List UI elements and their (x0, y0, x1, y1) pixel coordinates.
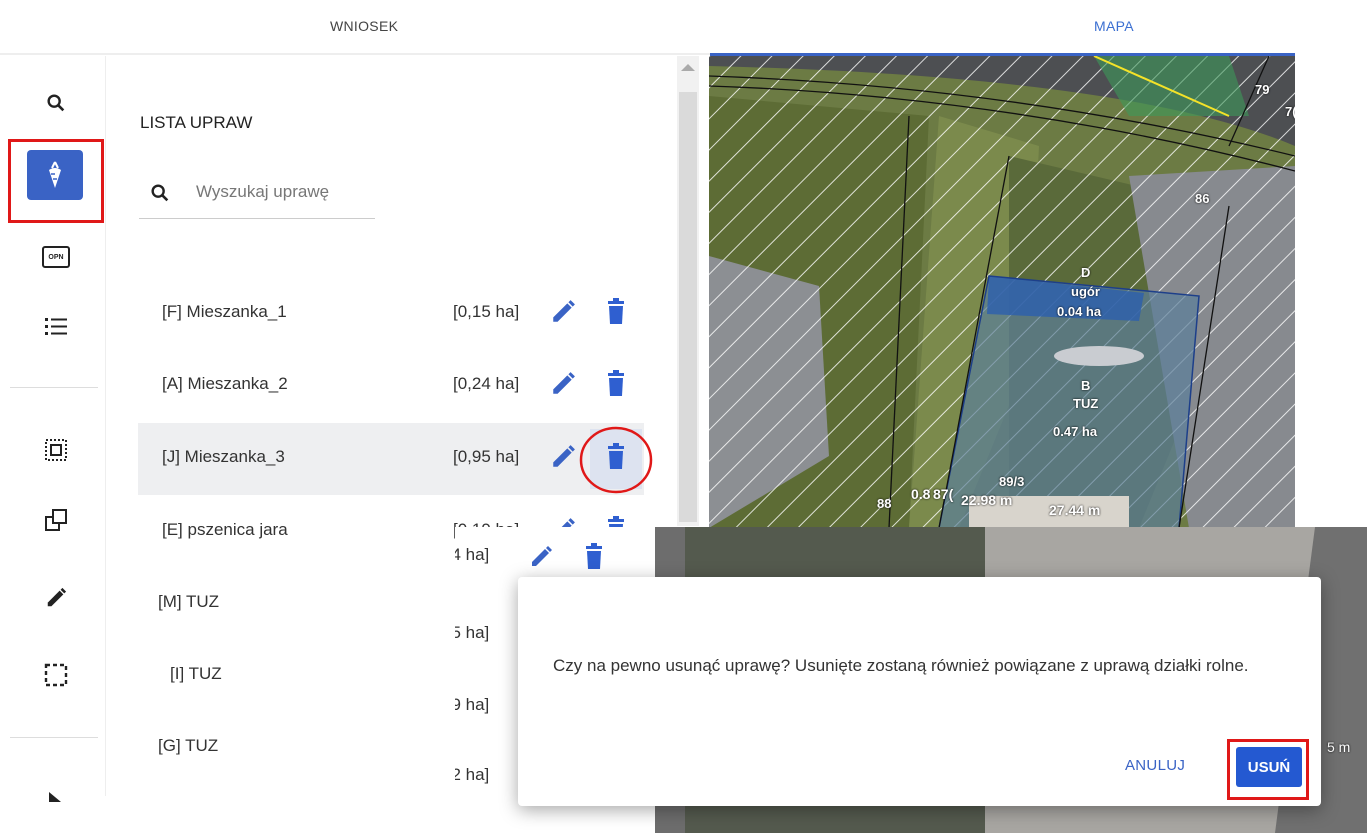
crop-name: [F] Mieszanka_1 (162, 302, 287, 321)
cursor-icon (49, 792, 61, 802)
crop-d-code: D (1081, 265, 1091, 280)
opn-tool-button[interactable]: OPN (28, 232, 84, 282)
parcel-label: 7( (1285, 104, 1295, 119)
crop-list-item[interactable]: [J] Mieszanka_3 [0,95 ha] (138, 423, 644, 495)
crop-b-name: TUZ (1073, 396, 1099, 411)
crop-area: [0,15 ha] (453, 302, 520, 321)
parcel-label: 88 (877, 496, 892, 511)
edit-crop-icon[interactable] (550, 371, 576, 397)
cancel-button[interactable]: ANULUJ (1125, 757, 1185, 774)
crop-b-code: B (1081, 378, 1091, 393)
crop-list-item[interactable]: [F] Mieszanka_1 [0,15 ha] (138, 278, 644, 350)
measure-label: 27.44 m (1049, 502, 1101, 518)
measure-label: 5 m (1327, 739, 1351, 755)
scroll-up-arrow[interactable] (681, 64, 695, 71)
parcel-label: 79 (1255, 82, 1270, 97)
crop-name: [A] Mieszanka_2 (162, 374, 288, 393)
select-area-icon (45, 439, 67, 461)
delete-confirm-dialog: Czy na pewno usunąć uprawę? Usunięte zos… (518, 577, 1321, 806)
crops-tool-highlight (8, 139, 104, 223)
crop-name: [J] Mieszanka_3 (162, 447, 285, 466)
copy-shape-tool-button[interactable] (28, 495, 84, 545)
pencil-icon (532, 546, 552, 566)
area-overlay-text: 24 ha] (455, 545, 490, 564)
dashed-rect-tool-button[interactable] (28, 650, 84, 700)
crop-d-name: ugór (1071, 284, 1100, 299)
measure-label: 0.8 (911, 486, 931, 502)
crop-list-item[interactable]: [A] Mieszanka_2 [0,24 ha] (138, 350, 644, 422)
crop-area: [0,24 ha] (453, 374, 520, 393)
list-icon (45, 318, 67, 335)
parcel-number: 89/3 (999, 474, 1025, 489)
crop-area: [0,95 ha] (453, 447, 520, 466)
panel-title: LISTA UPRAW (140, 113, 253, 132)
toolbar-separator (10, 737, 98, 738)
search-placeholder: Wyszukaj uprawę (196, 182, 330, 201)
dashed-rect-icon (44, 663, 68, 687)
toolbar-separator (10, 387, 98, 388)
dialog-message: Czy na pewno usunąć uprawę? Usunięte zos… (553, 656, 1249, 675)
tab-wniosek[interactable]: WNIOSEK (330, 18, 398, 34)
pencil-icon (47, 587, 67, 607)
list-tool-button[interactable] (28, 302, 84, 352)
parcel-label: 86 (1195, 191, 1210, 206)
tab-mapa[interactable]: MAPA (1094, 18, 1134, 34)
delete-crop-icon[interactable] (607, 298, 625, 324)
crop-name: [G] TUZ (158, 736, 219, 755)
search-icon (47, 94, 65, 112)
crop-d-area: 0.04 ha (1057, 304, 1102, 319)
search-tool-button[interactable] (28, 78, 84, 128)
crop-name: [I] TUZ (170, 664, 222, 683)
delete-crop-icon[interactable] (607, 370, 625, 396)
select-area-tool-button[interactable] (28, 425, 84, 475)
crop-name: [M] TUZ (158, 592, 220, 611)
delete-highlight-circle (579, 426, 653, 494)
list-scroll-thumb[interactable] (679, 92, 697, 522)
measure-label: 22.98 m (961, 492, 1013, 508)
copy-shape-icon (45, 509, 67, 531)
crop-b-area: 0.47 ha (1053, 424, 1098, 439)
edit-tool-button[interactable] (28, 573, 84, 623)
crop-name: [E] pszenica jara (162, 520, 288, 539)
area-overlay-text: 95 ha] (455, 623, 490, 642)
pointer-tool-button[interactable] (28, 765, 84, 815)
search-icon (151, 184, 169, 202)
crop-search-field[interactable]: Wyszukaj uprawę (139, 174, 375, 219)
measure-label: 87( (933, 486, 954, 502)
opn-icon: OPN (42, 246, 70, 268)
area-overlay-text: 19 ha] (455, 695, 490, 714)
area-overlay-text: 02 ha] (455, 765, 490, 784)
confirm-highlight (1227, 739, 1309, 800)
map-view[interactable]: 79 7( 86 88 D ugór 0.04 ha B TUZ 0.47 ha… (709, 56, 1295, 528)
edit-crop-icon[interactable] (550, 444, 576, 470)
trash-icon (586, 543, 602, 569)
map-imagery (709, 56, 1295, 528)
edit-crop-icon[interactable] (550, 299, 576, 325)
